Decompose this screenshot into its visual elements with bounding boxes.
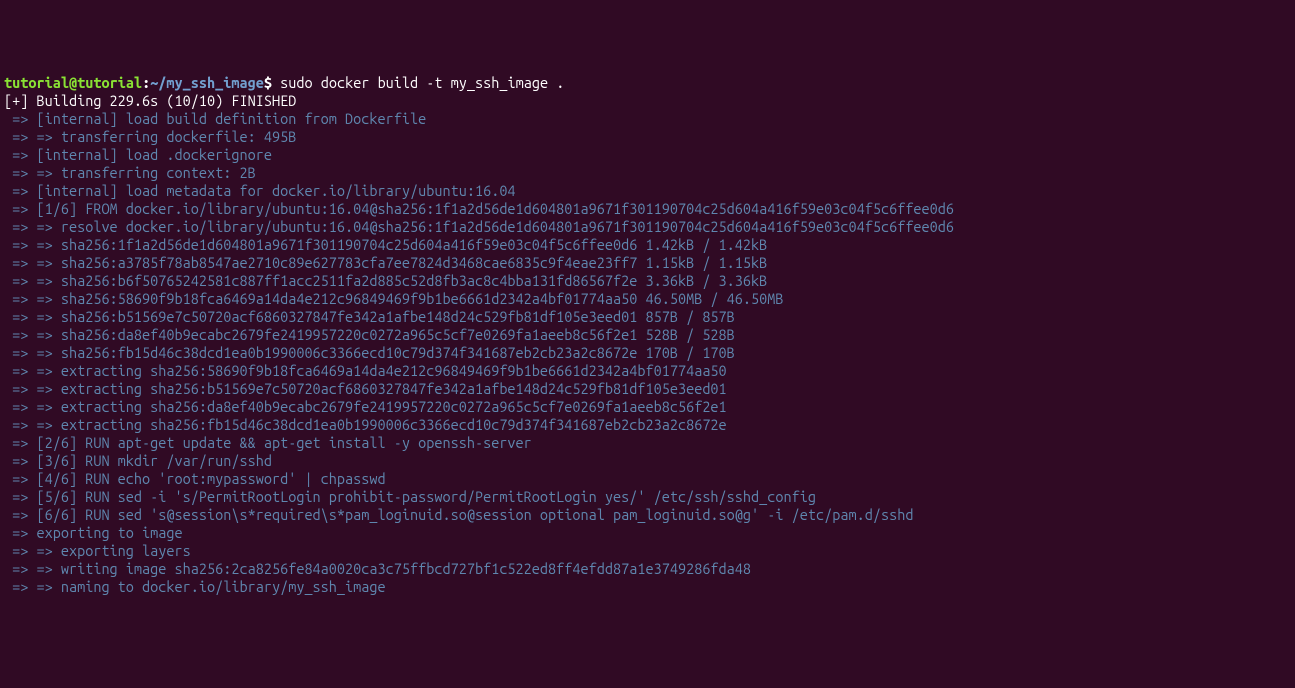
- build-step-line: => [internal] load build definition from…: [4, 110, 1291, 128]
- build-step-line: => => sha256:58690f9b18fca6469a14da4e212…: [4, 290, 1291, 308]
- build-step-line: => => sha256:fb15d46c38dcd1ea0b1990006c3…: [4, 344, 1291, 362]
- prompt-user: tutorial: [4, 74, 69, 91]
- build-step-line: => => exporting layers: [4, 542, 1291, 560]
- build-step-line: => => writing image sha256:2ca8256fe84a0…: [4, 560, 1291, 578]
- build-step-line: => [5/6] RUN sed -i 's/PermitRootLogin p…: [4, 488, 1291, 506]
- build-step-line: => [6/6] RUN sed 's@session\s*required\s…: [4, 506, 1291, 524]
- build-step-line: => => transferring context: 2B: [4, 164, 1291, 182]
- build-step-line: => => sha256:a3785f78ab8547ae2710c89e627…: [4, 254, 1291, 272]
- build-step-line: => => transferring dockerfile: 495B: [4, 128, 1291, 146]
- build-step-line: => => sha256:da8ef40b9ecabc2679fe2419957…: [4, 326, 1291, 344]
- prompt-line: tutorial@tutorial:~/my_ssh_image$ sudo d…: [4, 74, 1291, 92]
- build-step-line: => => extracting sha256:58690f9b18fca646…: [4, 362, 1291, 380]
- build-step-line: => => resolve docker.io/library/ubuntu:1…: [4, 218, 1291, 236]
- build-step-line: => exporting to image: [4, 524, 1291, 542]
- prompt-host: tutorial: [77, 74, 142, 91]
- build-step-line: => [2/6] RUN apt-get update && apt-get i…: [4, 434, 1291, 452]
- build-step-line: => => sha256:1f1a2d56de1d604801a9671f301…: [4, 236, 1291, 254]
- build-step-line: => [internal] load .dockerignore: [4, 146, 1291, 164]
- prompt-path: ~/my_ssh_image: [150, 74, 264, 91]
- build-step-line: => [internal] load metadata for docker.i…: [4, 182, 1291, 200]
- build-step-line: => => naming to docker.io/library/my_ssh…: [4, 578, 1291, 596]
- build-output: => [internal] load build definition from…: [4, 110, 1291, 596]
- command-text: sudo docker build -t my_ssh_image .: [280, 74, 564, 91]
- build-step-line: => => extracting sha256:da8ef40b9ecabc26…: [4, 398, 1291, 416]
- prompt-colon: :: [142, 74, 150, 91]
- build-step-line: => => sha256:b6f50765242581c887ff1acc251…: [4, 272, 1291, 290]
- build-step-line: => [4/6] RUN echo 'root:mypassword' | ch…: [4, 470, 1291, 488]
- build-status-line: [+] Building 229.6s (10/10) FINISHED: [4, 92, 1291, 110]
- build-step-line: => [3/6] RUN mkdir /var/run/sshd: [4, 452, 1291, 470]
- prompt-at: @: [69, 74, 77, 91]
- build-step-line: => => sha256:b51569e7c50720acf6860327847…: [4, 308, 1291, 326]
- build-step-line: => => extracting sha256:b51569e7c50720ac…: [4, 380, 1291, 398]
- build-step-line: => [1/6] FROM docker.io/library/ubuntu:1…: [4, 200, 1291, 218]
- build-step-line: => => extracting sha256:fb15d46c38dcd1ea…: [4, 416, 1291, 434]
- prompt-dollar: $: [264, 74, 280, 91]
